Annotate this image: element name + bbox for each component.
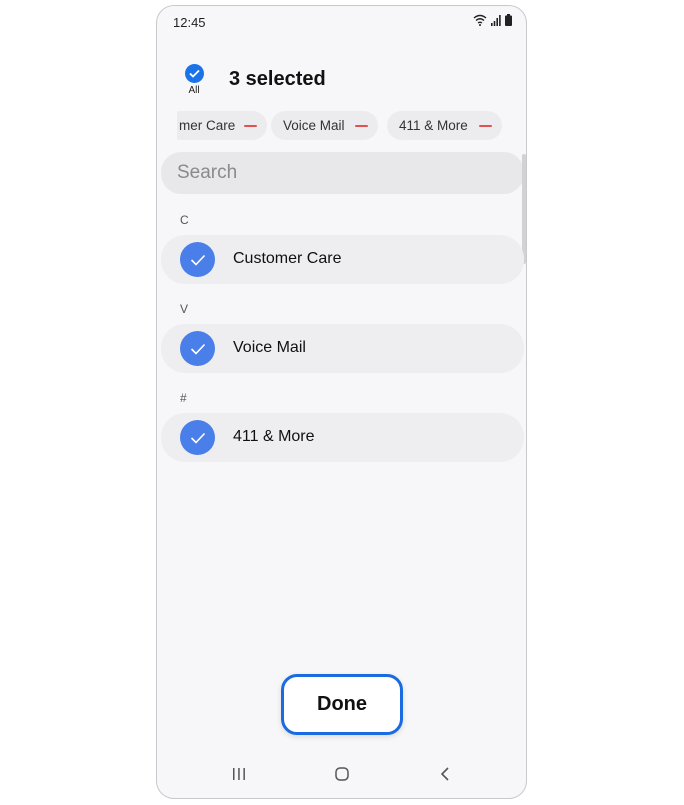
recent-apps-icon[interactable] [229, 764, 249, 784]
select-all-label: All [188, 85, 200, 96]
checkbox-checked-icon[interactable] [180, 331, 215, 366]
wifi-icon [473, 14, 487, 26]
signal-icon [491, 15, 501, 26]
contact-name: Customer Care [233, 250, 342, 267]
chip-label: 411 & More [399, 118, 468, 133]
contact-name: Voice Mail [233, 339, 306, 356]
remove-chip-icon[interactable] [355, 125, 368, 127]
status-time: 12:45 [173, 15, 206, 30]
done-button[interactable]: Done [281, 674, 403, 735]
selected-chips-bar[interactable]: mer Care Voice Mail 411 & More [177, 111, 526, 143]
section-header-c: C [180, 213, 190, 227]
home-icon[interactable] [332, 764, 352, 784]
phone-screen: 12:45 All 3 selected mer Care Voice Mail… [156, 5, 527, 799]
search-input[interactable]: Search [161, 152, 524, 194]
contact-row-411-more[interactable]: 411 & More [161, 413, 524, 462]
chip-label: mer Care [179, 118, 236, 133]
contact-name: 411 & More [233, 428, 315, 445]
checkbox-checked-icon[interactable] [180, 242, 215, 277]
remove-chip-icon[interactable] [244, 125, 257, 127]
status-icons [473, 14, 512, 26]
scrollbar[interactable] [522, 154, 526, 264]
chip-customer-care[interactable]: mer Care [177, 111, 267, 140]
back-icon[interactable] [435, 764, 455, 784]
contact-row-voice-mail[interactable]: Voice Mail [161, 324, 524, 373]
checkbox-checked-icon[interactable] [180, 420, 215, 455]
section-header-hash: # [180, 391, 188, 405]
chip-voice-mail[interactable]: Voice Mail [271, 111, 378, 140]
select-all-check-icon[interactable] [184, 64, 204, 83]
section-header-v: V [180, 302, 190, 316]
chip-label: Voice Mail [283, 118, 345, 133]
contact-row-customer-care[interactable]: Customer Care [161, 235, 524, 284]
search-placeholder: Search [177, 162, 238, 183]
battery-icon [505, 14, 512, 26]
select-all-toggle[interactable]: All [183, 64, 205, 96]
remove-chip-icon[interactable] [479, 125, 492, 127]
navigation-bar [157, 764, 526, 784]
selection-count-title: 3 selected [229, 68, 326, 90]
chip-411-more[interactable]: 411 & More [387, 111, 502, 140]
